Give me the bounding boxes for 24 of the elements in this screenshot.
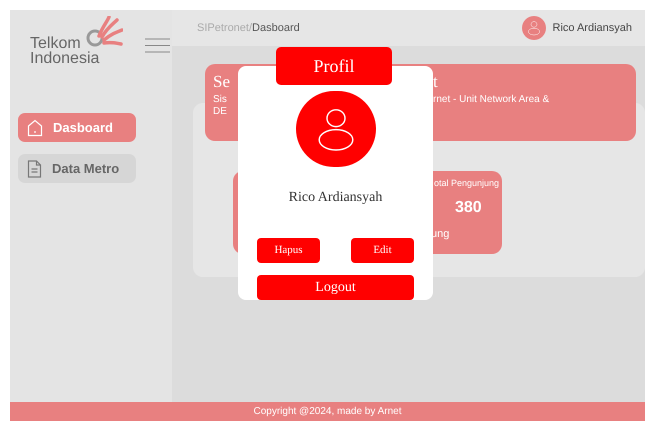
stat-label: otal Pengunjung — [434, 177, 500, 190]
banner-text: rnet - Unit Network Area & — [433, 94, 550, 106]
logout-button[interactable]: Logout — [257, 274, 414, 300]
banner-text: DE — [213, 106, 228, 118]
banner-title: t — [433, 72, 439, 92]
modal-title: Profil — [276, 47, 392, 85]
logo-text: Telkom — [30, 36, 81, 51]
menu-icon[interactable] — [145, 38, 170, 53]
banner-text: Sis — [213, 94, 228, 106]
action-button[interactable]: Hapus — [257, 238, 320, 263]
home-icon — [27, 118, 43, 136]
stat-value: 380 — [455, 198, 483, 218]
user-avatar[interactable] — [522, 16, 546, 40]
user-name: Rico Ardiansyah — [552, 20, 632, 36]
banner-title: Se — [213, 72, 231, 92]
footer-text: Copyright @2024, made by Arnet — [253, 405, 402, 419]
action-button[interactable]: Edit — [351, 238, 414, 263]
nav-item[interactable]: Dasboard — [18, 113, 136, 142]
logo-text: Indonesia — [30, 51, 100, 66]
nav-item[interactable]: Data Metro — [18, 154, 136, 183]
profile-name: Rico Ardiansyah — [288, 188, 382, 207]
person-icon — [526, 20, 542, 36]
breadcrumb: SIPetronet/Dasboard — [197, 20, 300, 36]
document-icon — [27, 160, 42, 178]
